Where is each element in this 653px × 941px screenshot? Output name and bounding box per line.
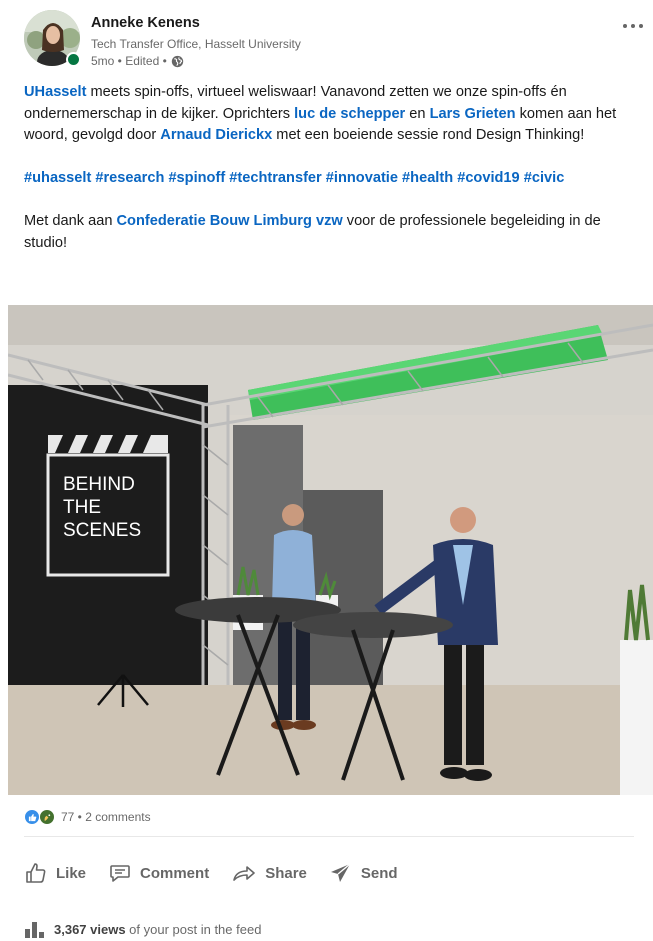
globe-icon [171,55,183,67]
more-options-button[interactable] [618,16,648,36]
like-reaction-icon [24,809,40,825]
post-header: Anneke Kenens Tech Transfer Office, Hass… [24,10,643,68]
hashtag-link[interactable]: #health [402,170,453,186]
comment-label: Comment [140,864,210,882]
views-text: 3,367 views of your post in the feed [54,922,261,937]
like-button[interactable]: Like [24,861,86,885]
comment-button[interactable]: Comment [108,861,209,885]
dot-icon [623,24,627,28]
post-paragraph-1: UHasselt meets spin-offs, virtueel welis… [24,84,617,143]
mention-luc-de-schepper[interactable]: luc de schepper [294,106,405,122]
views-count: 3,367 views [54,921,126,937]
send-button[interactable]: Send [329,861,398,885]
post-time-edited: 5mo • Edited • [91,54,167,68]
mention-confederatie-bouw-limburg[interactable]: Confederatie Bouw Limburg vzw [117,213,343,229]
clapperboard-line1: BEHIND [63,474,135,495]
hashtag-link[interactable]: #civic [524,170,565,186]
hashtag-link[interactable]: #covid19 [457,170,519,186]
author-name[interactable]: Anneke Kenens [91,15,200,31]
mention-lars-grieten[interactable]: Lars Grieten [430,106,516,122]
reactions-comments-count[interactable]: 77 • 2 comments [61,810,151,824]
share-arrow-icon [233,866,255,881]
social-counts: 77 • 2 comments [24,806,151,828]
author-headline: Tech Transfer Office, Hasselt University [91,37,301,51]
clapperboard-line3: SCENES [63,520,141,541]
post-views[interactable]: 3,367 views of your post in the feed [24,918,261,940]
post-body: UHasselt meets spin-offs, virtueel welis… [24,82,634,254]
share-button[interactable]: Share [231,861,307,885]
post-image[interactable]: BEHIND THE SCENES [8,305,653,795]
action-bar: Like Comment Share Send [24,855,420,891]
send-label: Send [360,864,398,882]
thumbs-up-icon [26,863,46,883]
hashtag-line: #uhasselt #research #spinoff #techtransf… [24,168,634,190]
mention-uhasselt[interactable]: UHasselt [24,84,86,100]
comment-icon [110,865,130,882]
post-paragraph-3: Met dank aan Confederatie Bouw Limburg v… [24,213,601,251]
clapperboard-line2: THE [63,497,101,518]
bar-chart-icon [25,922,44,938]
online-status-badge [66,52,81,67]
hashtag-link[interactable]: #innovatie [326,170,398,186]
hashtag-link[interactable]: #research [95,170,164,186]
dot-icon [639,24,643,28]
studio-photo: BEHIND THE SCENES [8,305,653,795]
dot-icon [631,24,635,28]
hashtag-link[interactable]: #spinoff [168,170,225,186]
mention-arnaud-dierickx[interactable]: Arnaud Dierickx [160,127,272,143]
hashtag-link[interactable]: #techtransfer [229,170,321,186]
post-meta: 5mo • Edited • [91,54,184,68]
views-suffix: of your post in the feed [125,921,262,937]
hashtag-link[interactable]: #uhasselt [24,170,91,186]
paper-plane-icon [330,863,351,882]
divider [24,836,634,837]
celebrate-reaction-icon [39,809,55,825]
share-label: Share [265,864,307,882]
like-label: Like [56,864,87,882]
